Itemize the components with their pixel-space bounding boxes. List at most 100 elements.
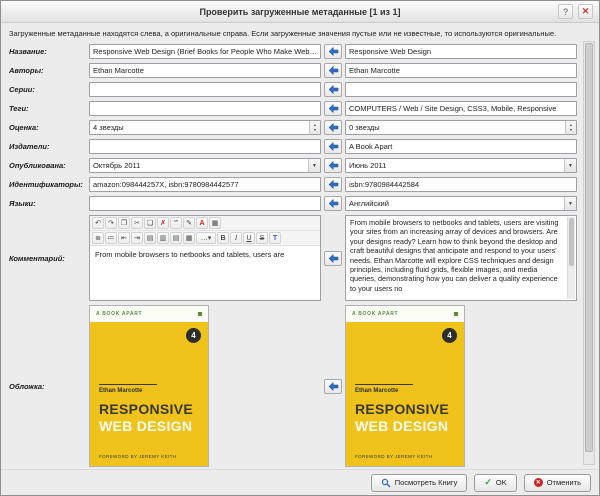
cover-title-line2: WEB DESIGN <box>355 418 448 434</box>
cover-title-line2: WEB DESIGN <box>99 418 192 434</box>
italic-icon[interactable]: I <box>230 232 242 244</box>
arrow-left-icon <box>328 141 339 152</box>
identifiers-original-input[interactable]: isbn:9780984442584 <box>345 177 577 192</box>
insert-image-icon[interactable]: ▦ <box>209 217 221 229</box>
comments-original-textarea[interactable]: From mobile browsers to netbooks and tab… <box>345 215 577 301</box>
copy-icon[interactable]: ❐ <box>118 217 130 229</box>
series-downloaded-input[interactable] <box>89 82 321 97</box>
unordered-list-icon[interactable]: ≔ <box>105 232 117 244</box>
ok-button[interactable]: ✓ OK <box>474 474 516 492</box>
comments-downloaded-text[interactable]: From mobile browsers to netbooks and tab… <box>90 246 320 300</box>
title-downloaded-input[interactable]: Responsive Web Design (Brief Books for P… <box>89 44 321 59</box>
close-icon[interactable]: ✕ <box>578 4 593 19</box>
remove-format-icon[interactable]: ✗ <box>157 217 169 229</box>
strikethrough-icon[interactable]: S <box>256 232 268 244</box>
comments-revert-button[interactable] <box>324 251 342 266</box>
align-justify-icon[interactable]: ▦ <box>183 232 195 244</box>
undo-icon[interactable]: ↶ <box>92 217 104 229</box>
review-metadata-dialog: Проверить загруженные метаданные [1 из 1… <box>0 0 600 496</box>
spinner-arrows-icon[interactable]: ▲▼ <box>309 121 320 134</box>
insert-link-icon[interactable]: ✎ <box>183 217 195 229</box>
style-dropdown[interactable]: …▾ <box>196 232 216 244</box>
chevron-down-icon[interactable]: ▼ <box>564 197 576 210</box>
comments-scrollbar-thumb[interactable] <box>569 218 574 266</box>
field-row-languages: Языки: Английский ▼ <box>9 196 577 211</box>
languages-original-combobox[interactable]: Английский ▼ <box>345 196 577 211</box>
authors-downloaded-input[interactable]: Ethan Marcotte <box>89 63 321 78</box>
field-row-series: Серии: <box>9 82 577 97</box>
field-row-comments: Комментарий: ↶↷❐✂❏✗“”✎A▦ ≣≔⇤⇥▤▥▤▦…▾BIUST… <box>9 215 577 301</box>
align-center-icon[interactable]: ▥ <box>157 232 169 244</box>
pubdate-revert-button[interactable] <box>324 158 342 173</box>
arrow-left-icon <box>328 198 339 209</box>
title-original-input[interactable]: Responsive Web Design <box>345 44 577 59</box>
cover-original-image: A BOOK APART 4 Ethan Marcotte RESPONSIVE… <box>345 305 465 467</box>
comments-downloaded-editor[interactable]: ↶↷❐✂❏✗“”✎A▦ ≣≔⇤⇥▤▥▤▦…▾BIUST From mobile … <box>89 215 321 301</box>
tags-downloaded-input[interactable] <box>89 101 321 116</box>
paste-icon[interactable]: ❏ <box>144 217 156 229</box>
dialog-scrollbar-thumb[interactable] <box>585 43 593 452</box>
help-icon[interactable]: ? <box>558 4 573 19</box>
smarten-punctuation-icon[interactable]: “” <box>170 217 182 229</box>
bold-icon[interactable]: B <box>217 232 229 244</box>
field-row-pubdate: Опубликована: Октябрь 2011 ▼ Июнь 2011 ▼ <box>9 158 577 173</box>
view-book-button[interactable]: Посмотреть Книгу <box>371 474 468 492</box>
languages-revert-button[interactable] <box>324 196 342 211</box>
authors-original-input[interactable]: Ethan Marcotte <box>345 63 577 78</box>
pubdate-downloaded-combobox[interactable]: Октябрь 2011 ▼ <box>89 158 321 173</box>
cover-author: Ethan Marcotte <box>99 388 142 394</box>
field-label-publisher: Издатели: <box>9 142 89 151</box>
titlebar[interactable]: Проверить загруженные метаданные [1 из 1… <box>1 1 599 23</box>
cover-original-cell: A BOOK APART 4 Ethan Marcotte RESPONSIVE… <box>345 305 577 467</box>
rating-downloaded-spinner[interactable]: 4 звезды ▲▼ <box>89 120 321 135</box>
publisher-downloaded-input[interactable] <box>89 139 321 154</box>
underline-icon[interactable]: U <box>243 232 255 244</box>
cover-rule <box>99 384 157 385</box>
metadata-form: Название: Responsive Web Design (Brief B… <box>9 44 577 471</box>
foreground-color-icon[interactable]: A <box>196 217 208 229</box>
series-original-input[interactable] <box>345 82 577 97</box>
publisher-dot-icon <box>454 312 458 316</box>
cancel-button[interactable]: ✕ Отменить <box>524 474 591 492</box>
publisher-revert-button[interactable] <box>324 139 342 154</box>
title-revert-button[interactable] <box>324 44 342 59</box>
identifiers-downloaded-input[interactable]: amazon:098444257X, isbn:9780984442577 <box>89 177 321 192</box>
field-row-identifiers: Идентификаторы: amazon:098444257X, isbn:… <box>9 177 577 192</box>
series-revert-button[interactable] <box>324 82 342 97</box>
dialog-scrollbar[interactable] <box>583 41 595 465</box>
field-row-authors: Авторы: Ethan Marcotte Ethan Marcotte <box>9 63 577 78</box>
magnifier-icon <box>381 478 391 488</box>
chevron-down-icon[interactable]: ▼ <box>308 159 320 172</box>
arrow-left-icon <box>328 46 339 57</box>
field-row-publisher: Издатели: A Book Apart <box>9 139 577 154</box>
cover-publisher-band: A BOOK APART <box>346 306 464 322</box>
align-right-icon[interactable]: ▤ <box>170 232 182 244</box>
spinner-arrows-icon[interactable]: ▲▼ <box>565 121 576 134</box>
field-label-pubdate: Опубликована: <box>9 161 89 170</box>
pubdate-original-combobox[interactable]: Июнь 2011 ▼ <box>345 158 577 173</box>
comments-scrollbar[interactable] <box>567 217 575 299</box>
languages-downloaded-input[interactable] <box>89 196 321 211</box>
cover-revert-button[interactable] <box>324 379 342 394</box>
cut-icon[interactable]: ✂ <box>131 217 143 229</box>
field-label-rating: Оценка: <box>9 123 89 132</box>
align-left-icon[interactable]: ▤ <box>144 232 156 244</box>
authors-revert-button[interactable] <box>324 63 342 78</box>
publisher-original-input[interactable]: A Book Apart <box>345 139 577 154</box>
indent-icon[interactable]: ⇥ <box>131 232 143 244</box>
ordered-list-icon[interactable]: ≣ <box>92 232 104 244</box>
chevron-down-icon[interactable]: ▼ <box>564 159 576 172</box>
tags-revert-button[interactable] <box>324 101 342 116</box>
text-color-icon[interactable]: T <box>269 232 281 244</box>
outdent-icon[interactable]: ⇤ <box>118 232 130 244</box>
arrow-left-icon <box>328 65 339 76</box>
window-title: Проверить загруженные метаданные [1 из 1… <box>199 7 400 17</box>
rating-revert-button[interactable] <box>324 120 342 135</box>
field-label-identifiers: Идентификаторы: <box>9 180 89 189</box>
redo-icon[interactable]: ↷ <box>105 217 117 229</box>
field-label-comments: Комментарий: <box>9 254 89 263</box>
rating-original-spinner[interactable]: 0 звезды ▲▼ <box>345 120 577 135</box>
field-row-cover: Обложка: A BOOK APART 4 Ethan Marcotte R… <box>9 305 577 467</box>
tags-original-input[interactable]: COMPUTERS / Web / Site Design, CSS3, Mob… <box>345 101 577 116</box>
identifiers-revert-button[interactable] <box>324 177 342 192</box>
